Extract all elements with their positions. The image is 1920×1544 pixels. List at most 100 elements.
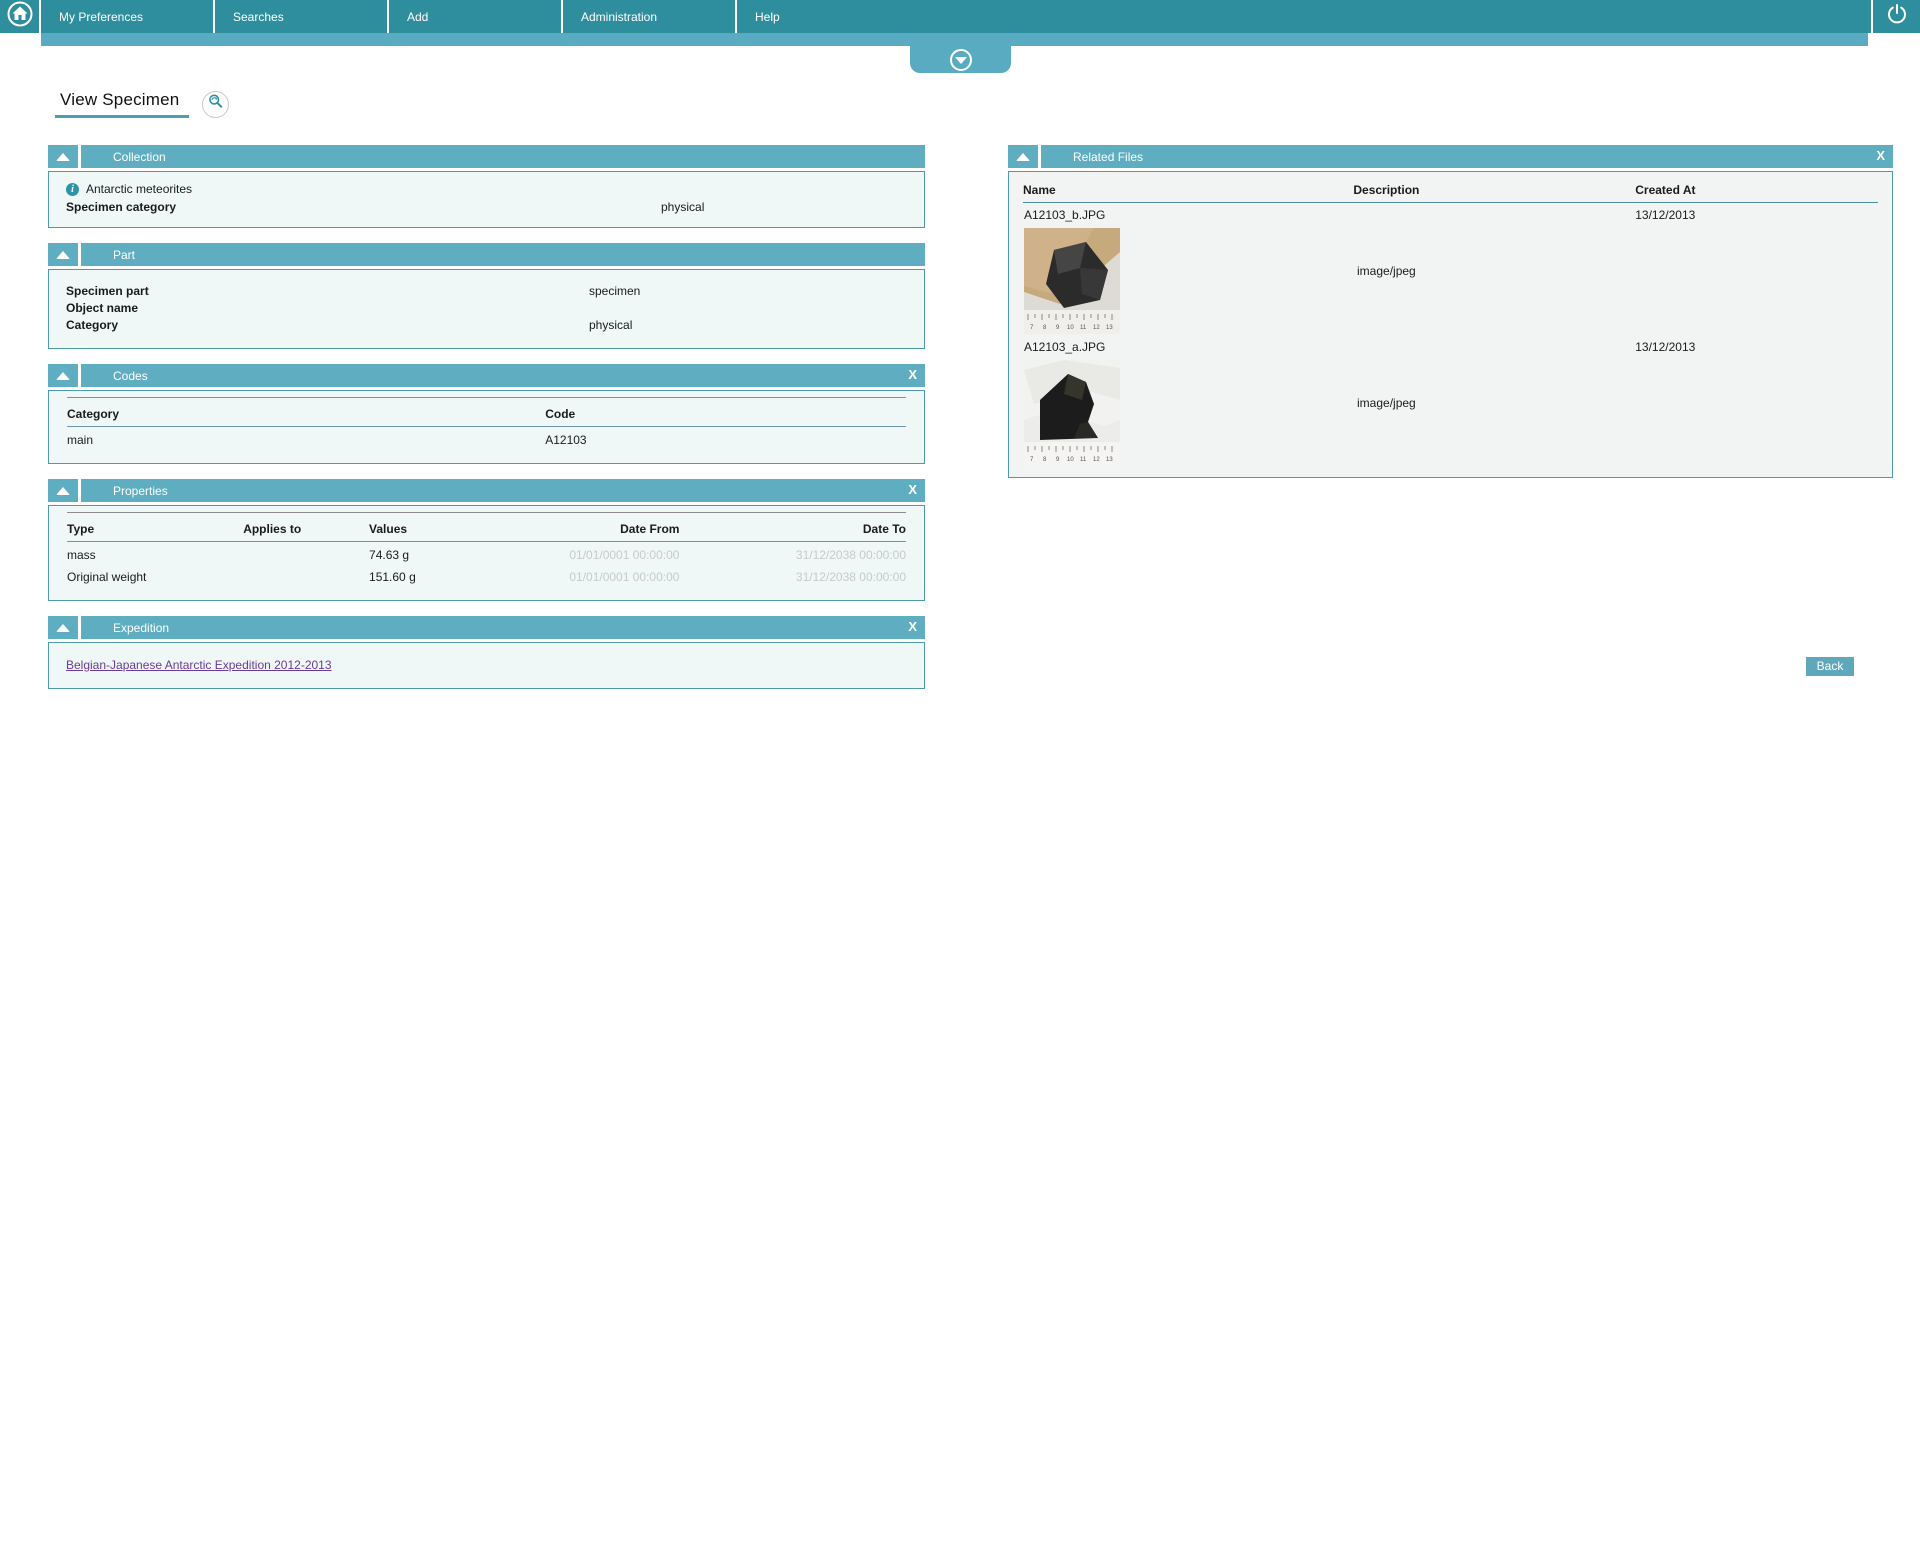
code-category: main <box>67 433 94 447</box>
chevron-up-icon <box>1016 152 1030 161</box>
power-icon <box>1885 2 1909 31</box>
related-files-table: Name Description Created At A12103_b.JPG <box>1023 176 1878 467</box>
right-column: Related Files X Name Description Created… <box>1008 145 1893 493</box>
top-navbar: My Preferences Searches Add Administrati… <box>0 0 1920 33</box>
properties-close-icon[interactable]: X <box>908 483 917 496</box>
file-description: image/jpeg <box>1357 396 1416 410</box>
menu-collapse-tab[interactable] <box>910 46 1011 73</box>
field-label: Specimen part <box>66 284 149 298</box>
property-type: Original weight <box>67 570 147 584</box>
property-date-to: 31/12/2038 00:00:00 <box>795 548 906 562</box>
column-header: Values <box>369 512 554 542</box>
codes-collapse-button[interactable] <box>48 364 78 387</box>
navbar-spacer <box>911 0 1871 33</box>
file-name[interactable]: A12103_a.JPG <box>1024 340 1105 354</box>
file-created-at: 13/12/2013 <box>1635 208 1696 222</box>
table-row: mass 74.63 g 01/01/0001 00:00:00 31/12/2… <box>67 542 906 565</box>
field-value: physical <box>589 318 633 332</box>
home-button[interactable] <box>0 0 41 33</box>
navbar-substrip <box>41 33 1868 46</box>
property-type: mass <box>67 548 96 562</box>
field-value: specimen <box>589 284 641 298</box>
property-applies-to <box>243 542 369 565</box>
code-value: A12103 <box>545 433 587 447</box>
expedition-collapse-button[interactable] <box>48 616 78 639</box>
nav-item-my-preferences[interactable]: My Preferences <box>41 0 215 33</box>
nav-item-help[interactable]: Help <box>737 0 911 33</box>
svg-text:11: 11 <box>1080 457 1087 463</box>
related-files-panel: Related Files X Name Description Created… <box>1008 145 1893 478</box>
svg-text:12: 12 <box>1093 325 1100 331</box>
column-header: Date From <box>553 512 680 542</box>
expedition-link[interactable]: Belgian-Japanese Antarctic Expedition 20… <box>66 658 332 672</box>
left-column: Collection i Antarctic meteorites Specim… <box>48 145 925 704</box>
properties-collapse-button[interactable] <box>48 479 78 502</box>
related-files-panel-title: Related Files <box>1073 149 1144 164</box>
collection-name: Antarctic meteorites <box>86 182 193 196</box>
part-collapse-button[interactable] <box>48 243 78 266</box>
related-files-collapse-button[interactable] <box>1008 145 1038 168</box>
part-panel-title: Part <box>81 243 925 266</box>
chevron-up-icon <box>56 250 70 259</box>
info-icon: i <box>66 182 79 196</box>
field-label: Category <box>66 318 119 332</box>
table-row: Original weight 151.60 g 01/01/0001 00:0… <box>67 564 906 586</box>
field-value: physical <box>661 200 705 214</box>
chevron-up-icon <box>56 623 70 632</box>
properties-table: Type Applies to Values Date From Date To… <box>67 512 906 586</box>
column-header: Category <box>67 397 546 427</box>
codes-table: Category Code main A12103 <box>67 397 906 449</box>
properties-panel: Properties X Type Applies to Values Date… <box>48 479 925 601</box>
svg-text:12: 12 <box>1093 457 1100 463</box>
file-description: image/jpeg <box>1357 264 1416 278</box>
file-row: A12103_b.JPG 7 8 9 10 11 12 13 image/jpe… <box>1023 203 1878 336</box>
svg-text:10: 10 <box>1067 457 1074 463</box>
column-header: Date To <box>679 512 906 542</box>
file-thumbnail[interactable]: 7 8 9 10 11 12 13 <box>1024 228 1120 334</box>
properties-panel-title: Properties <box>113 483 168 498</box>
file-row: A12103_a.JPG 7 8 9 10 11 12 13 image/jpe… <box>1023 335 1878 467</box>
file-thumbnail[interactable]: 7 8 9 10 11 12 13 <box>1024 360 1120 466</box>
property-date-from: 01/01/0001 00:00:00 <box>569 570 680 584</box>
collection-collapse-button[interactable] <box>48 145 78 168</box>
nav-item-add[interactable]: Add <box>389 0 563 33</box>
codes-close-icon[interactable]: X <box>908 368 917 381</box>
nav-item-searches[interactable]: Searches <box>215 0 389 33</box>
property-applies-to <box>243 564 369 586</box>
codes-panel-title: Codes <box>113 368 148 383</box>
field-label: Specimen category <box>66 200 177 214</box>
page: My Preferences Searches Add Administrati… <box>0 0 1920 1544</box>
column-header: Code <box>545 397 906 427</box>
page-title: View Specimen <box>55 90 190 118</box>
column-header: Type <box>67 512 244 542</box>
back-button[interactable]: Back <box>1806 657 1854 676</box>
property-date-to: 31/12/2038 00:00:00 <box>795 570 906 584</box>
chevron-up-icon <box>56 371 70 380</box>
field-label: Object name <box>66 301 139 315</box>
column-header: Created At <box>1493 176 1878 203</box>
expedition-close-icon[interactable]: X <box>908 620 917 633</box>
table-row: main A12103 <box>67 427 906 450</box>
home-icon <box>7 1 33 32</box>
collection-panel-title: Collection <box>81 145 925 168</box>
svg-text:13: 13 <box>1106 457 1113 463</box>
file-name[interactable]: A12103_b.JPG <box>1024 208 1105 222</box>
search-again-button[interactable] <box>202 90 230 118</box>
column-header: Description <box>1279 176 1494 203</box>
property-date-from: 01/01/0001 00:00:00 <box>569 548 680 562</box>
logout-button[interactable] <box>1871 0 1920 33</box>
related-files-close-icon[interactable]: X <box>1876 149 1885 162</box>
file-created-at: 13/12/2013 <box>1635 340 1696 354</box>
collection-panel: Collection i Antarctic meteorites Specim… <box>48 145 925 228</box>
svg-text:11: 11 <box>1080 325 1087 331</box>
chevron-down-icon <box>949 48 972 71</box>
property-value: 151.60 g <box>369 570 416 584</box>
column-header: Applies to <box>243 512 370 542</box>
expedition-panel-title: Expedition <box>113 620 170 635</box>
nav-item-administration[interactable]: Administration <box>563 0 737 33</box>
page-header: View Specimen <box>55 90 230 118</box>
part-panel: Part Specimen part specimen Object name … <box>48 243 925 349</box>
search-again-icon <box>207 93 224 115</box>
column-header: Name <box>1023 176 1280 203</box>
svg-text:10: 10 <box>1067 325 1074 331</box>
